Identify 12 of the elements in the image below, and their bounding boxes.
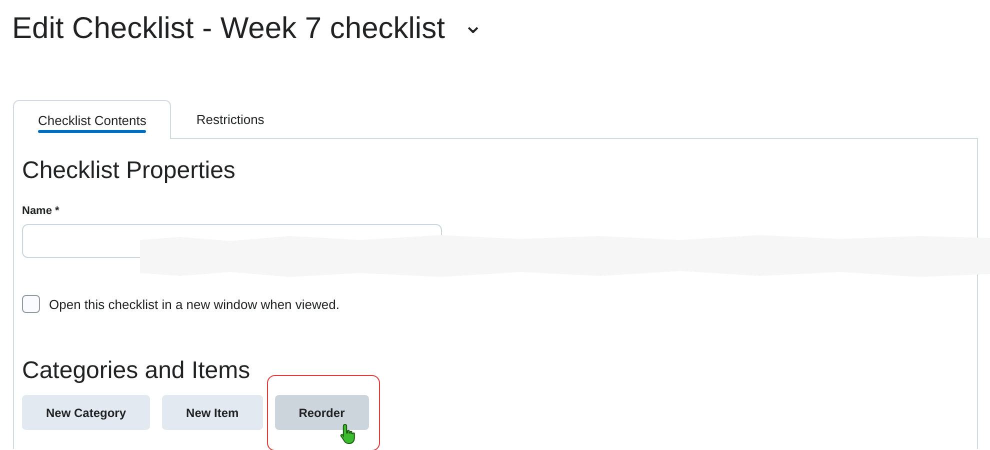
field-label: Name * [22, 205, 60, 217]
action-button[interactable]: New Item [162, 395, 263, 430]
action-button[interactable]: New Category [22, 395, 150, 430]
section-heading: Categories and Items [22, 357, 252, 385]
section-heading: Checklist Properties [22, 156, 236, 185]
checkbox-label: Open this checklist in a new window when viewed. [49, 296, 340, 312]
checkbox[interactable] [22, 295, 40, 313]
tab[interactable]: Checklist Contents [13, 100, 172, 139]
tab[interactable]: Restrictions [171, 100, 290, 138]
page-title: Edit Checklist - Week 7 checklist [12, 12, 445, 46]
title-menu-caret[interactable]: ⌄ [462, 14, 483, 38]
action-button[interactable]: Reorder [274, 395, 369, 430]
